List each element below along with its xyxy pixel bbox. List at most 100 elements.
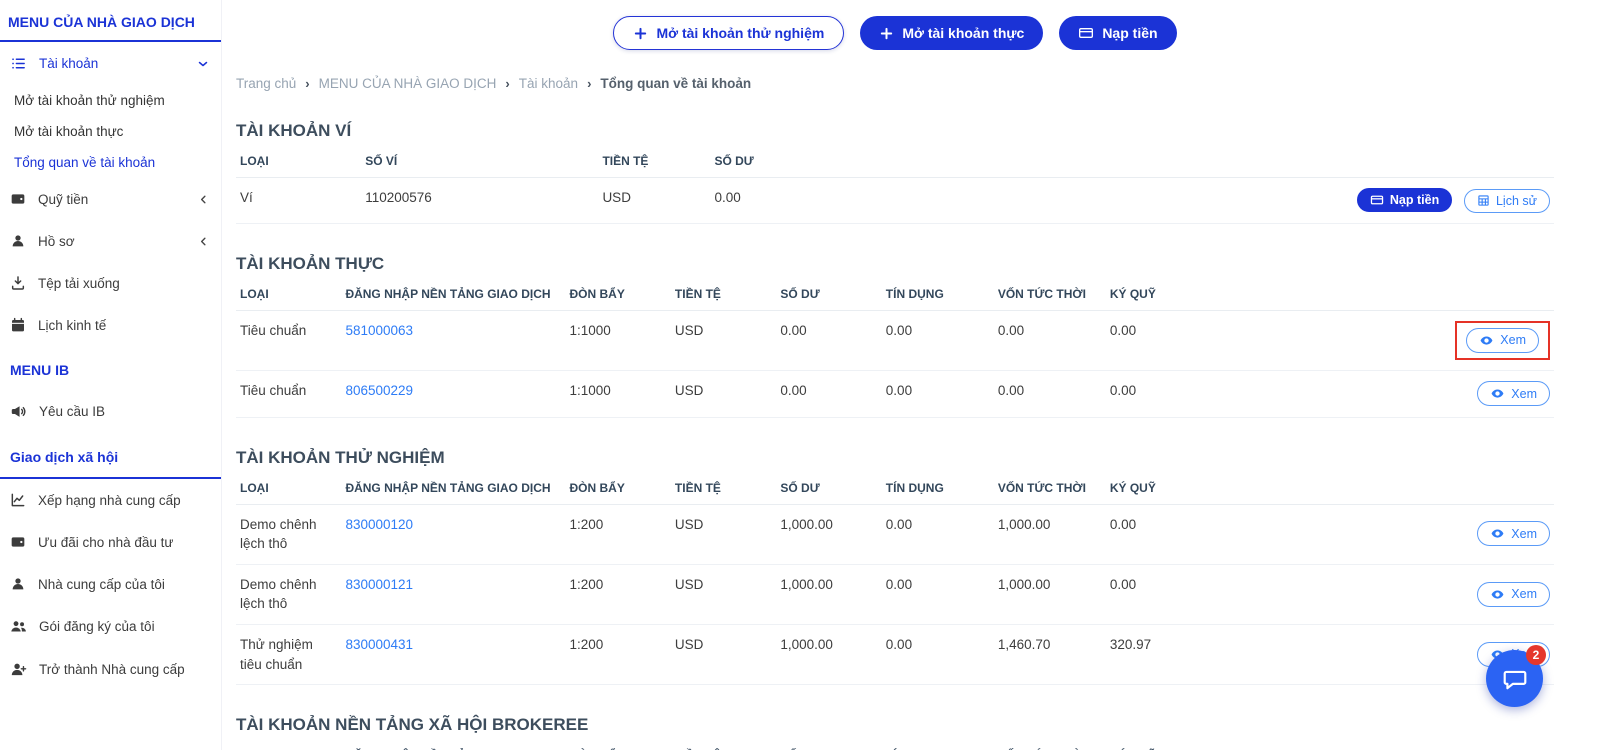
sidebar-item-provider-rating[interactable]: Xếp hạng nhà cung cấp <box>0 479 221 521</box>
view-button[interactable]: Xem <box>1477 521 1550 547</box>
view-button[interactable]: Xem <box>1477 581 1550 607</box>
account-login-link[interactable]: 830000120 <box>345 517 413 532</box>
wallet-icon <box>10 534 26 550</box>
column-header: KÝ QUỸ <box>1105 737 1212 750</box>
cell-leverage: 1:1000 <box>565 310 671 372</box>
cell-credit: 0.00 <box>881 624 994 686</box>
table-row: Tiêu chuẩn 581000063 1:1000 USD 0.00 0.0… <box>236 310 1554 372</box>
open-real-account-button[interactable]: Mở tài khoản thực <box>860 16 1044 50</box>
main-content: Mở tài khoản thử nghiệm Mở tài khoản thự… <box>222 0 1600 750</box>
open-demo-account-button[interactable]: Mở tài khoản thử nghiệm <box>613 16 845 50</box>
account-login-link[interactable]: 830000431 <box>345 637 413 652</box>
chat-unread-badge: 2 <box>1526 645 1546 665</box>
social-trading-menu-title: Giao dịch xã hội <box>0 433 221 479</box>
view-button[interactable]: Xem <box>1477 381 1550 407</box>
cell-leverage: 1:200 <box>565 504 671 565</box>
column-header: TÍN DỤNG <box>881 275 994 311</box>
column-header: TIỀN TỆ <box>670 469 777 505</box>
users-icon <box>10 618 27 635</box>
breadcrumb-trader-menu[interactable]: MENU CỦA NHÀ GIAO DỊCH <box>319 76 497 91</box>
column-header: ĐÒN BẨY <box>565 469 671 505</box>
column-header: ĐĂNG NHẬP NỀN TẢNG GIAO DỊCH <box>341 275 566 311</box>
user-icon <box>10 233 26 249</box>
sidebar-subitem-open-real-account[interactable]: Mở tài khoản thực <box>0 116 221 147</box>
cell-credit: 0.00 <box>881 504 994 565</box>
demo-accounts-table: LOẠI ĐĂNG NHẬP NỀN TẢNG GIAO DỊCH ĐÒN BẨ… <box>236 469 1554 686</box>
section-title: TÀI KHOẢN THỬ NGHIỆM <box>236 447 445 467</box>
cell-type: Tiêu chuẩn <box>236 310 342 372</box>
column-header: TÍN DỤNG <box>881 737 994 750</box>
ib-menu-title: MENU IB <box>10 362 70 378</box>
column-header: LOẠI <box>236 143 362 178</box>
sidebar-item-my-providers[interactable]: Nhà cung cấp của tôi <box>0 563 221 605</box>
sidebar-subitem-account-overview[interactable]: Tổng quan về tài khoản <box>0 147 221 178</box>
cell-margin: 0.00 <box>1105 370 1212 418</box>
chat-launcher-button[interactable]: 2 <box>1486 645 1546 707</box>
user-plus-icon <box>10 661 27 678</box>
cell-credit: 0.00 <box>881 370 994 418</box>
sidebar-item-label: Lịch kinh tế <box>38 317 107 333</box>
sidebar-item-label: Yêu cầu IB <box>39 404 106 419</box>
breadcrumb-home[interactable]: Trang chủ <box>236 76 296 91</box>
sidebar-item-label: Tệp tải xuống <box>38 275 120 291</box>
list-icon <box>10 55 27 72</box>
table-row: Ví 110200576 USD 0.00 Nạp tiền Lịch sử <box>236 177 1554 224</box>
column-header: VỐN TỨC THỜI <box>993 275 1106 311</box>
cell-currency: USD <box>670 624 777 686</box>
sidebar-item-become-provider[interactable]: Trở thành Nhà cung cấp <box>0 648 221 691</box>
wallet-account-table: LOẠI SỐ VÍ TIỀN TỆ SỐ DƯ Ví 110200576 US… <box>236 143 1554 224</box>
app-window: MENU CỦA NHÀ GIAO DỊCH Tài khoản Mở tài … <box>0 0 1600 750</box>
wallet-deposit-button[interactable]: Nạp tiền <box>1356 188 1453 212</box>
column-header: KÝ QUỸ <box>1105 469 1212 505</box>
sidebar-item-accounts[interactable]: Tài khoản <box>0 42 221 85</box>
cell-leverage: 1:1000 <box>565 370 671 418</box>
column-header-actions <box>1211 275 1554 311</box>
sidebar-item-my-subscriptions[interactable]: Gói đăng ký của tôi <box>0 605 221 648</box>
column-header: LOẠI <box>236 737 342 750</box>
real-accounts-table: LOẠI ĐĂNG NHẬP NỀN TẢNG GIAO DỊCH ĐÒN BẨ… <box>236 275 1554 418</box>
sidebar-item-profile[interactable]: Hồ sơ <box>0 220 221 262</box>
breadcrumb-current: Tổng quan về tài khoản <box>600 76 752 91</box>
column-header: LOẠI <box>236 275 342 311</box>
cell-login: 830000431 <box>341 624 566 686</box>
cell-type: Thử nghiệm tiêu chuẩn <box>236 624 342 686</box>
breadcrumb-accounts[interactable]: Tài khoản <box>519 76 578 91</box>
wallet-history-button[interactable]: Lịch sử <box>1463 188 1550 213</box>
social-platform-accounts-section: TÀI KHOẢN NỀN TẢNG XÃ HỘI BROKEREE LOẠI … <box>236 715 1554 750</box>
view-button-label: Xem <box>1511 386 1537 401</box>
cell-margin: 320.97 <box>1105 624 1212 686</box>
column-header: SỐ DƯ <box>710 143 830 178</box>
deposit-button[interactable]: Nạp tiền <box>1059 16 1177 50</box>
column-header: SỐ DƯ <box>776 469 882 505</box>
view-button[interactable]: Xem <box>1466 327 1539 353</box>
column-header-actions <box>1211 737 1554 750</box>
account-login-link[interactable]: 806500229 <box>345 383 413 398</box>
sidebar-item-label: Nhà cung cấp của tôi <box>38 576 165 592</box>
wallet-account-section: TÀI KHOẢN VÍ LOẠI SỐ VÍ TIỀN TỆ SỐ DƯ Ví <box>236 121 1554 224</box>
breadcrumb-separator-icon: › <box>505 76 510 91</box>
eye-icon <box>1490 587 1505 602</box>
sidebar-subitem-open-demo-account[interactable]: Mở tài khoản thử nghiệm <box>0 85 221 116</box>
sidebar-item-economic-calendar[interactable]: Lịch kinh tế <box>0 304 221 346</box>
section-title: TÀI KHOẢN THỰC <box>236 253 385 273</box>
cell-wallet-number: 110200576 <box>361 177 599 224</box>
account-login-link[interactable]: 581000063 <box>345 323 413 338</box>
account-login-link[interactable]: 830000121 <box>345 577 413 592</box>
table-row: Demo chênh lệch thô 830000121 1:200 USD … <box>236 564 1554 625</box>
sidebar-item-ib-request[interactable]: Yêu cầu IB <box>0 390 221 433</box>
sidebar-item-label: Hồ sơ <box>38 233 75 249</box>
section-title: TÀI KHOẢN VÍ <box>236 121 352 140</box>
sidebar-item-funds[interactable]: Quỹ tiền <box>0 178 221 220</box>
eye-icon <box>1490 526 1505 541</box>
column-header: KÝ QUỸ <box>1105 275 1212 311</box>
column-header-actions <box>829 143 1554 178</box>
sidebar-item-label: Gói đăng ký của tôi <box>39 619 155 634</box>
sidebar-item-downloads[interactable]: Tệp tải xuống <box>0 262 221 304</box>
sidebar-item-label: Trở thành Nhà cung cấp <box>39 662 185 677</box>
view-button-label: Xem <box>1500 333 1526 348</box>
cell-currency: USD <box>670 564 777 625</box>
deposit-button-label: Nạp tiền <box>1102 25 1158 41</box>
sidebar-item-investor-offers[interactable]: Ưu đãi cho nhà đầu tư <box>0 521 221 563</box>
column-header: SỐ DƯ <box>776 737 882 750</box>
column-header: TIỀN TỆ <box>598 143 711 178</box>
